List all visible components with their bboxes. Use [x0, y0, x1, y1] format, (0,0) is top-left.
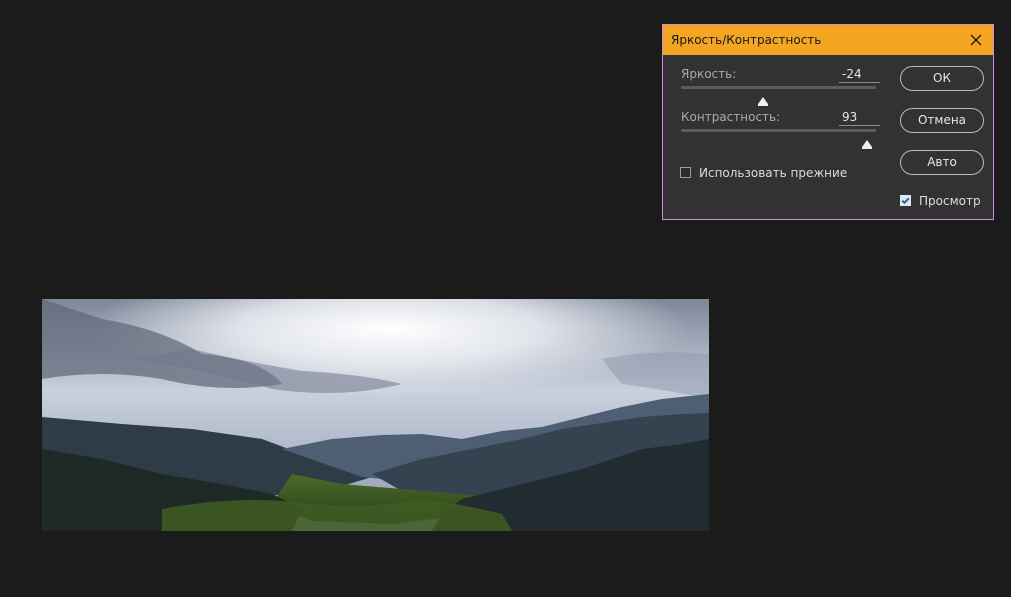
checkmark-icon: [901, 197, 910, 205]
contrast-value-field[interactable]: [839, 109, 880, 126]
triangle-up-icon: [861, 140, 872, 149]
contrast-label: Контрастность:: [681, 110, 781, 124]
cancel-button[interactable]: Отмена: [900, 108, 984, 133]
brightness-contrast-dialog: Яркость/Контрастность Яркость: Контрастн…: [662, 24, 994, 220]
triangle-up-icon: [757, 97, 768, 106]
brightness-label: Яркость:: [681, 67, 737, 81]
use-legacy-checkbox[interactable]: [680, 167, 691, 178]
preview-label: Просмотр: [919, 194, 981, 208]
brightness-slider-thumb[interactable]: [757, 91, 768, 106]
brightness-slider-track[interactable]: [681, 86, 876, 89]
landscape-photo: [42, 299, 709, 531]
contrast-slider-thumb[interactable]: [861, 134, 872, 149]
close-icon: [970, 34, 982, 46]
use-legacy-label: Использовать прежние: [699, 166, 848, 180]
brightness-value-field[interactable]: [839, 66, 880, 83]
auto-button[interactable]: Авто: [900, 150, 984, 175]
contrast-slider-track[interactable]: [681, 129, 876, 132]
dialog-title: Яркость/Контрастность: [671, 33, 822, 47]
dialog-titlebar[interactable]: Яркость/Контрастность: [663, 25, 993, 55]
close-button[interactable]: [965, 29, 987, 51]
ok-button[interactable]: ОК: [900, 66, 984, 91]
preview-checkbox[interactable]: [900, 195, 911, 206]
